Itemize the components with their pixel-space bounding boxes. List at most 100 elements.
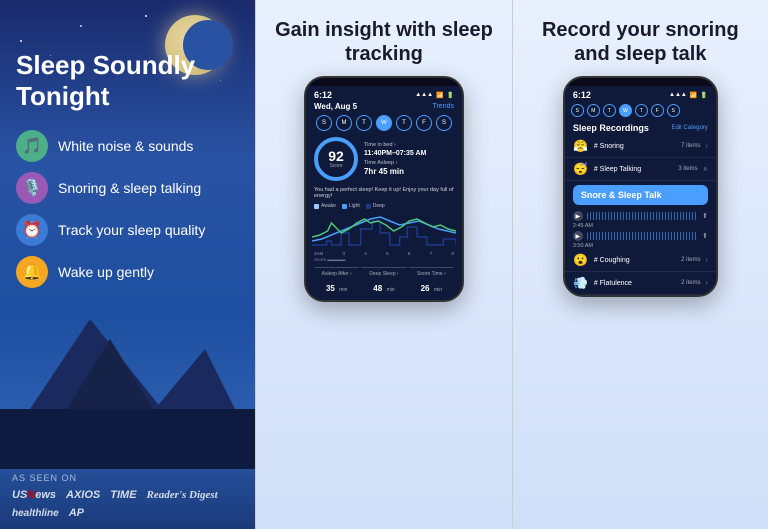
snore-label: Snore ▬▬▬▬ <box>306 256 462 263</box>
recording-snoring[interactable]: 😤 # Snoring 7 items › <box>565 135 716 158</box>
panel-2-title: Gain insight with sleep tracking <box>266 18 501 66</box>
rec-day-s2[interactable]: S <box>667 104 680 117</box>
as-seen-label: AS SEEN ON <box>12 473 243 483</box>
day-w[interactable]: W <box>376 115 392 131</box>
rec-day-f[interactable]: F <box>651 104 664 117</box>
edit-category-button[interactable]: Edit Category <box>671 125 707 131</box>
day-s1[interactable]: S <box>316 115 332 131</box>
panel-2-header: Gain insight with sleep tracking <box>256 0 511 76</box>
day-m[interactable]: M <box>336 115 352 131</box>
phone-notch <box>364 78 404 86</box>
recording-flatulence[interactable]: 💨 # Flatulence 2 items › <box>565 272 716 295</box>
rec-phone-time: 6:12 <box>573 90 591 100</box>
sleep-date: Wed, Aug 5 <box>314 102 357 111</box>
feature-item-4: 🔔 Wake up gently <box>16 256 239 288</box>
audio-item-1: ▶ ⬆ <box>565 209 716 223</box>
snoring-chevron: › <box>705 143 707 150</box>
time-asleep-value: 7hr 45 min <box>364 167 454 176</box>
sleep-score: 92 <box>328 149 344 163</box>
panel-3-title: Record your snoring and sleep talk <box>523 18 758 66</box>
feature-text-3: Track your sleep quality <box>58 222 205 238</box>
stat-deep-value: 48 min <box>361 278 406 296</box>
phone-mockup-sleep: 6:12 ▲▲▲ 📶 🔋 Wed, Aug 5 Trends S M T W T… <box>304 76 464 302</box>
sleep-screen: 6:12 ▲▲▲ 📶 🔋 Wed, Aug 5 Trends S M T W T… <box>306 86 462 300</box>
music-icon: 🎵 <box>16 130 48 162</box>
score-section: 92 Score Time in bed › 11:40PM–07:35 AM … <box>306 133 462 185</box>
feature-item-3: ⏰ Track your sleep quality <box>16 214 239 246</box>
press-logos: USNews AXIOS TIME Reader's Digest health… <box>12 489 243 519</box>
flatulence-count: 2 items <box>681 280 700 286</box>
trends-button[interactable]: Trends <box>432 103 454 110</box>
day-f[interactable]: F <box>416 115 432 131</box>
ap-logo: AP <box>69 507 84 519</box>
day-s2[interactable]: S <box>436 115 452 131</box>
play-button-1[interactable]: ▶ <box>573 211 583 221</box>
panel-3-header: Record your snoring and sleep talk <box>513 0 768 76</box>
coughing-emoji: 😮 <box>573 253 589 267</box>
time-in-bed-label: Time in bed › <box>364 142 454 148</box>
recording-coughing[interactable]: 😮 # Coughing 2 items › <box>565 249 716 272</box>
status-bar: 6:12 ▲▲▲ 📶 🔋 <box>306 86 462 102</box>
legend-awake: Awake <box>321 203 336 209</box>
mic-icon: 🎙️ <box>16 172 48 204</box>
rec-day-t2[interactable]: T <box>635 104 648 117</box>
feature-list: 🎵 White noise & sounds 🎙️ Snoring & slee… <box>16 130 239 288</box>
audio-item-2: ▶ ⬆ <box>565 229 716 243</box>
bell-icon: 🔔 <box>16 256 48 288</box>
stat-snore-time: Snore Time › 26 min <box>409 267 454 296</box>
share-button-1[interactable]: ⬆ <box>702 212 708 220</box>
flatulence-name: # Flatulence <box>594 280 676 287</box>
share-button-2[interactable]: ⬆ <box>702 232 708 240</box>
clock-icon: ⏰ <box>16 214 48 246</box>
coughing-chevron: › <box>705 257 707 264</box>
sleep-talking-count: 3 items <box>678 166 697 172</box>
sleep-talking-emoji: 😴 <box>573 162 589 176</box>
snoring-emoji: 😤 <box>573 139 589 153</box>
stat-asleep-after: Asleep After › 35 min <box>314 267 359 296</box>
coughing-count: 2 items <box>681 257 700 263</box>
sleep-message: You had a perfect sleep! Keep it up! Enj… <box>306 185 462 201</box>
rec-day-m[interactable]: M <box>587 104 600 117</box>
flatulence-chevron: › <box>705 280 707 287</box>
score-label: Score <box>329 163 342 169</box>
stat-deep-sleep: Deep Sleep › 48 min <box>361 267 406 296</box>
snoring-count: 7 items <box>681 143 700 149</box>
time-logo: TIME <box>110 489 136 501</box>
rec-day-t1[interactable]: T <box>603 104 616 117</box>
recordings-header: Sleep Recordings Edit Category <box>565 119 716 135</box>
recordings-screen: 6:12 ▲▲▲ 📶 🔋 S M T W T F S Sleep Recordi… <box>565 86 716 295</box>
day-t2[interactable]: T <box>396 115 412 131</box>
recordings-title: Sleep Recordings <box>573 123 649 133</box>
phone-mockup-recordings: 6:12 ▲▲▲ 📶 🔋 S M T W T F S Sleep Recordi… <box>563 76 718 297</box>
feature-item-1: 🎵 White noise & sounds <box>16 130 239 162</box>
stat-snore-label: Snore Time › <box>409 271 454 277</box>
sleep-talking-name: # Sleep Talking <box>594 166 674 173</box>
sleep-stats: Asleep After › 35 min Deep Sleep › 48 mi… <box>306 263 462 300</box>
recording-sleep-talking[interactable]: 😴 # Sleep Talking 3 items ∧ <box>565 158 716 181</box>
phone-time: 6:12 <box>314 90 332 100</box>
panel-2: Gain insight with sleep tracking 6:12 ▲▲… <box>255 0 512 529</box>
legend-light: Light <box>349 203 360 209</box>
flatulence-emoji: 💨 <box>573 276 589 290</box>
sleep-talking-chevron: ∧ <box>703 165 708 173</box>
readers-digest-logo: Reader's Digest <box>147 489 218 501</box>
audio-waveform-2 <box>587 232 698 240</box>
feature-text-2: Snoring & sleep talking <box>58 180 201 196</box>
day-t1[interactable]: T <box>356 115 372 131</box>
rec-day-s1[interactable]: S <box>571 104 584 117</box>
play-button-2[interactable]: ▶ <box>573 231 583 241</box>
feature-text-1: White noise & sounds <box>58 138 193 154</box>
axios-logo: AXIOS <box>66 489 100 501</box>
healthline-logo: healthline <box>12 508 59 519</box>
feature-item-2: 🎙️ Snoring & sleep talking <box>16 172 239 204</box>
day-selector: S M T W T F S <box>306 113 462 133</box>
stat-asleep-value: 35 min <box>314 278 359 296</box>
stat-asleep-label: Asleep After › <box>314 271 359 277</box>
panel-3: Record your snoring and sleep talk 6:12 … <box>513 0 768 529</box>
audio-waveform-1 <box>587 212 698 220</box>
as-seen-on-section: AS SEEN ON USNews AXIOS TIME Reader's Di… <box>0 473 255 519</box>
ground-decoration <box>0 409 255 469</box>
time-asleep-label: Time Asleep › <box>364 160 454 166</box>
usnews-logo: USNews <box>12 489 56 501</box>
rec-day-w[interactable]: W <box>619 104 632 117</box>
